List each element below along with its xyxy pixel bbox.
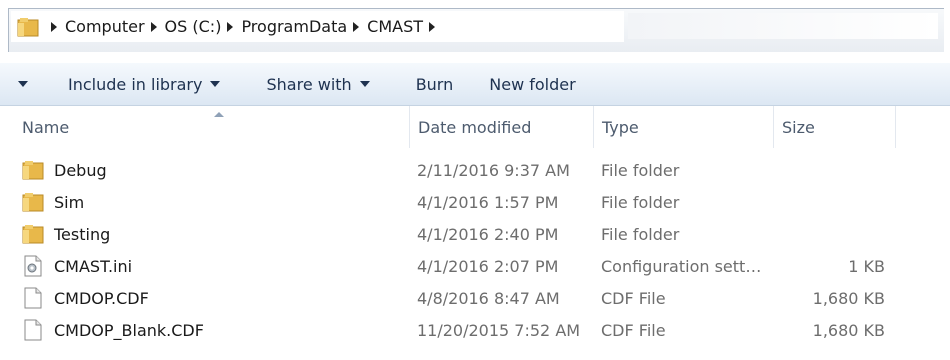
include-in-library-button[interactable]: Include in library xyxy=(46,63,232,105)
file-name-cell: Sim xyxy=(22,186,402,218)
address-bar-blurred-area xyxy=(628,13,938,39)
file-date: 4/1/2016 2:40 PM xyxy=(417,224,559,244)
column-header-type[interactable]: Type xyxy=(594,106,774,148)
breadcrumb-programdata[interactable]: ProgramData xyxy=(221,17,347,36)
file-name-cell: CMDOP.CDF xyxy=(22,282,402,314)
file-name-cell: Debug xyxy=(22,154,402,186)
sort-ascending-icon xyxy=(214,112,224,117)
file-name-cell: CMAST.ini xyxy=(22,250,402,282)
column-header-label: Date modified xyxy=(418,117,532,137)
file-date: 4/1/2016 1:57 PM xyxy=(417,192,559,212)
file-type: File folder xyxy=(601,224,680,244)
file-row-cmdop-blank-cdf[interactable]: CMDOP_Blank.CDF 11/20/2015 7:52 AM CDF F… xyxy=(0,314,950,346)
breadcrumb-label[interactable]: CMAST xyxy=(367,17,423,36)
chevron-down-icon xyxy=(210,81,221,87)
file-type: File folder xyxy=(601,160,680,180)
breadcrumb-label[interactable]: OS (C:) xyxy=(165,17,222,36)
organize-dropdown[interactable] xyxy=(0,63,46,105)
file-date: 4/8/2016 8:47 AM xyxy=(417,288,560,308)
column-header-label: Size xyxy=(782,117,815,137)
chevron-right-icon[interactable] xyxy=(51,21,57,32)
chevron-right-icon[interactable] xyxy=(429,21,436,32)
file-list: Debug 2/11/2016 9:37 AM File folder Sim … xyxy=(0,154,950,346)
breadcrumb-cmast[interactable]: CMAST xyxy=(347,17,443,36)
file-row-debug[interactable]: Debug 2/11/2016 9:37 AM File folder xyxy=(0,154,950,186)
file-size: 1,680 KB xyxy=(812,320,885,340)
file-size xyxy=(780,218,885,250)
file-name: Testing xyxy=(54,224,111,244)
breadcrumb-os-c[interactable]: OS (C:) xyxy=(145,17,222,36)
command-bar: Include in library Share with Burn New f… xyxy=(0,63,950,106)
file-row-cmast-ini[interactable]: CMAST.ini 4/1/2016 2:07 PM Configuration… xyxy=(0,250,950,282)
share-with-label: Share with xyxy=(266,74,352,94)
file-size: 1,680 KB xyxy=(812,288,885,308)
file-size: 1 KB xyxy=(848,256,885,276)
file-name: Debug xyxy=(54,160,107,180)
chevron-down-icon xyxy=(359,81,370,87)
folder-icon xyxy=(22,161,44,180)
file-date: 2/11/2016 9:37 AM xyxy=(417,160,570,180)
breadcrumb-computer[interactable]: Computer xyxy=(45,17,145,36)
include-in-library-label: Include in library xyxy=(68,74,203,94)
file-name-cell: CMDOP_Blank.CDF xyxy=(22,314,402,346)
file-name: CMDOP_Blank.CDF xyxy=(54,320,204,340)
file-type: CDF File xyxy=(601,288,666,308)
file-row-cmdop-cdf[interactable]: CMDOP.CDF 4/8/2016 8:47 AM CDF File 1,68… xyxy=(0,282,950,314)
column-header-date-modified[interactable]: Date modified xyxy=(410,106,594,148)
breadcrumb-label[interactable]: ProgramData xyxy=(241,17,347,36)
file-name-cell: Testing xyxy=(22,218,402,250)
chevron-right-icon[interactable] xyxy=(353,21,360,32)
file-size xyxy=(780,154,885,186)
file-name: CMDOP.CDF xyxy=(54,288,149,308)
chevron-right-icon[interactable] xyxy=(227,21,234,32)
breadcrumb-label[interactable]: Computer xyxy=(65,17,145,36)
address-bar: Computer OS (C:) ProgramData CMAST xyxy=(8,8,944,52)
new-folder-button[interactable]: New folder xyxy=(465,63,587,105)
file-icon xyxy=(24,287,42,309)
address-field[interactable]: Computer OS (C:) ProgramData CMAST xyxy=(11,11,624,42)
chevron-right-icon[interactable] xyxy=(150,21,157,32)
file-type: File folder xyxy=(601,192,680,212)
column-header-name[interactable]: Name xyxy=(14,106,410,148)
column-header-label: Type xyxy=(602,117,639,137)
file-type: CDF File xyxy=(601,320,666,340)
share-with-button[interactable]: Share with xyxy=(232,63,381,105)
config-file-icon xyxy=(24,255,42,277)
file-date: 4/1/2016 2:07 PM xyxy=(417,256,559,276)
folder-icon xyxy=(22,193,44,212)
folder-icon xyxy=(17,17,39,36)
file-row-testing[interactable]: Testing 4/1/2016 2:40 PM File folder xyxy=(0,218,950,250)
burn-label: Burn xyxy=(415,74,454,94)
column-headers: Name Date modified Type Size xyxy=(0,106,950,148)
file-icon xyxy=(24,319,42,341)
new-folder-label: New folder xyxy=(489,74,576,94)
file-size xyxy=(780,186,885,218)
file-name: CMAST.ini xyxy=(54,256,133,276)
chevron-down-icon[interactable] xyxy=(18,81,28,87)
folder-icon xyxy=(22,225,44,244)
file-date: 11/20/2015 7:52 AM xyxy=(417,320,581,340)
file-name: Sim xyxy=(54,192,85,212)
file-type: Configuration sett… xyxy=(601,256,762,276)
column-header-label: Name xyxy=(22,117,70,137)
burn-button[interactable]: Burn xyxy=(382,63,466,105)
column-header-size[interactable]: Size xyxy=(774,106,896,148)
file-row-sim[interactable]: Sim 4/1/2016 1:57 PM File folder xyxy=(0,186,950,218)
